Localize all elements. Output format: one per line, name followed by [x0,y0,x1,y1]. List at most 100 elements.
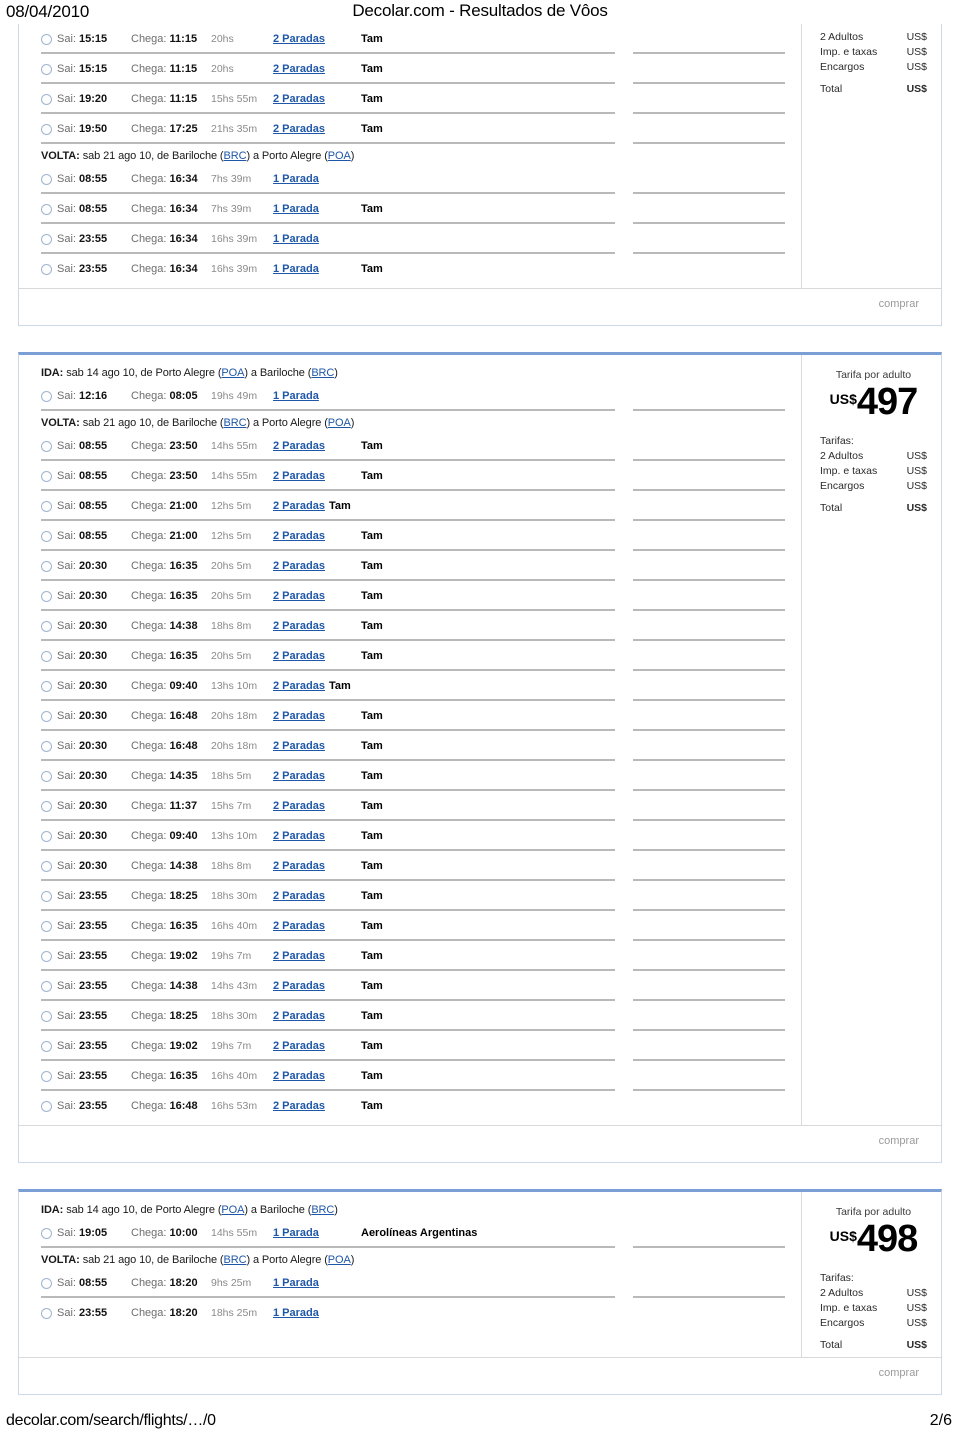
flight-option-row[interactable]: Sai: 15:15 Chega: 11:15 20hs 2 Paradas Tam [19,24,801,54]
stops-link[interactable]: 2 Paradas [273,860,325,872]
select-flight-radio[interactable] [41,1227,52,1239]
stops-cell[interactable]: 2 Paradas [273,590,361,602]
stops-link[interactable]: 2 Paradas [273,950,325,962]
select-flight-radio[interactable] [41,33,52,45]
select-flight-radio[interactable] [41,620,52,632]
airport-code-link[interactable]: BRC [311,367,334,379]
flight-option-row[interactable]: Sai: 19:05 Chega: 10:00 14hs 55m 1 Parada Ae… [19,1218,801,1248]
stops-link[interactable]: 1 Parada [273,1227,319,1239]
flight-option-row[interactable]: Sai: 15:15 Chega: 11:15 20hs 2 Paradas Tam [19,54,801,84]
airport-code-link[interactable]: BRC [224,1254,247,1266]
flight-option-row[interactable]: Sai: 08:55 Chega: 16:34 7hs 39m 1 Parada [19,164,801,194]
stops-cell[interactable]: 2 Paradas [273,620,361,632]
flight-option-row[interactable]: Sai: 23:55 Chega: 19:02 19hs 7m 2 Paradas Ta… [19,941,801,971]
flight-option-row[interactable]: Sai: 08:55 Chega: 18:20 9hs 25m 1 Parada [19,1268,801,1298]
flight-option-row[interactable]: Sai: 23:55 Chega: 16:34 16hs 39m 1 Parada Ta… [19,254,801,284]
stops-cell[interactable]: 2 Paradas [273,980,361,992]
select-flight-radio[interactable] [41,203,52,215]
stops-link[interactable]: 2 Paradas [273,680,325,692]
stops-cell[interactable]: 2 Paradas [273,770,361,782]
select-flight-radio[interactable] [41,93,52,105]
stops-cell[interactable]: 1 Parada [273,203,361,215]
flight-option-row[interactable]: Sai: 23:55 Chega: 16:34 16hs 39m 1 Parada [19,224,801,254]
airport-code-link[interactable]: POA [328,1254,351,1266]
select-flight-radio[interactable] [41,1010,52,1022]
stops-cell[interactable]: 1 Parada [273,390,361,402]
stops-link[interactable]: 2 Paradas [273,980,325,992]
select-flight-radio[interactable] [41,470,52,482]
stops-cell[interactable]: 1 Parada [273,173,361,185]
stops-cell[interactable]: 1 Parada [273,1307,361,1319]
stops-link[interactable]: 2 Paradas [273,830,325,842]
airport-code-link[interactable]: BRC [224,417,247,429]
stops-link[interactable]: 2 Paradas [273,890,325,902]
stops-link[interactable]: 2 Paradas [273,1070,325,1082]
flight-option-row[interactable]: Sai: 20:30 Chega: 16:48 20hs 18m 2 Paradas T… [19,701,801,731]
stops-link[interactable]: 1 Parada [273,203,319,215]
flight-option-row[interactable]: Sai: 20:30 Chega: 16:35 20hs 5m 2 Paradas Ta… [19,551,801,581]
stops-link[interactable]: 2 Paradas [273,500,325,512]
stops-link[interactable]: 2 Paradas [273,650,325,662]
stops-cell[interactable]: 2 Paradas [273,470,361,482]
stops-cell[interactable]: 2 Paradas [273,1070,361,1082]
buy-button[interactable]: comprar [879,1367,919,1379]
select-flight-radio[interactable] [41,680,52,692]
stops-link[interactable]: 2 Paradas [273,590,325,602]
flight-option-row[interactable]: Sai: 20:30 Chega: 09:40 13hs 10m 2 Paradas T… [19,671,801,701]
flight-option-row[interactable]: Sai: 23:55 Chega: 18:25 18hs 30m 2 Paradas T… [19,1001,801,1031]
select-flight-radio[interactable] [41,1307,52,1319]
stops-cell[interactable]: 2 Paradas [273,123,361,135]
flight-option-row[interactable]: Sai: 23:55 Chega: 16:48 16hs 53m 2 Paradas T… [19,1091,801,1121]
select-flight-radio[interactable] [41,233,52,245]
stops-link[interactable]: 1 Parada [273,233,319,245]
stops-cell[interactable]: 2 Paradas [273,1010,361,1022]
stops-cell[interactable]: 2 Paradas [273,1100,361,1112]
flight-result-card[interactable]: Sai: 15:15 Chega: 11:15 20hs 2 Paradas Tam Sa… [18,24,942,326]
select-flight-radio[interactable] [41,173,52,185]
stops-cell[interactable]: 2 Paradas [273,920,361,932]
stops-link[interactable]: 2 Paradas [273,1040,325,1052]
stops-link[interactable]: 2 Paradas [273,123,325,135]
stops-cell[interactable]: 2 Paradas [273,650,361,662]
airport-code-link[interactable]: POA [328,150,351,162]
stops-cell[interactable]: 2 Paradas [273,710,361,722]
select-flight-radio[interactable] [41,530,52,542]
buy-button[interactable]: comprar [879,1135,919,1147]
flight-result-card[interactable]: IDA: sab 14 ago 10, de Porto Alegre (POA… [18,1189,942,1395]
stops-link[interactable]: 2 Paradas [273,710,325,722]
stops-cell[interactable]: 1 Parada [273,233,361,245]
select-flight-radio[interactable] [41,263,52,275]
select-flight-radio[interactable] [41,390,52,402]
flight-option-row[interactable]: Sai: 12:16 Chega: 08:05 19hs 49m 1 Parada [19,381,801,411]
select-flight-radio[interactable] [41,920,52,932]
airport-code-link[interactable]: POA [221,1204,244,1216]
select-flight-radio[interactable] [41,650,52,662]
flight-option-row[interactable]: Sai: 19:50 Chega: 17:25 21hs 35m 2 Paradas T… [19,114,801,144]
select-flight-radio[interactable] [41,1100,52,1112]
stops-link[interactable]: 2 Paradas [273,1100,325,1112]
stops-link[interactable]: 1 Parada [273,1307,319,1319]
flight-option-row[interactable]: Sai: 19:20 Chega: 11:15 15hs 55m 2 Paradas T… [19,84,801,114]
select-flight-radio[interactable] [41,440,52,452]
stops-cell[interactable]: 2 Paradas [273,560,361,572]
select-flight-radio[interactable] [41,980,52,992]
flight-option-row[interactable]: Sai: 23:55 Chega: 14:38 14hs 43m 2 Paradas T… [19,971,801,1001]
stops-link[interactable]: 2 Paradas [273,93,325,105]
flight-option-row[interactable]: Sai: 20:30 Chega: 14:35 18hs 5m 2 Paradas Ta… [19,761,801,791]
stops-cell[interactable]: 2 Paradas [273,93,361,105]
stops-cell[interactable]: 2 Paradas [273,890,361,902]
airport-code-link[interactable]: POA [328,417,351,429]
select-flight-radio[interactable] [41,710,52,722]
flight-option-row[interactable]: Sai: 20:30 Chega: 14:38 18hs 8m 2 Paradas Ta… [19,611,801,641]
select-flight-radio[interactable] [41,860,52,872]
stops-cell[interactable]: 2 Paradas [273,440,361,452]
stops-link[interactable]: 2 Paradas [273,470,325,482]
stops-link[interactable]: 1 Parada [273,390,319,402]
stops-cell[interactable]: 1 Parada [273,1227,361,1239]
select-flight-radio[interactable] [41,123,52,135]
select-flight-radio[interactable] [41,1040,52,1052]
stops-link[interactable]: 1 Parada [273,173,319,185]
select-flight-radio[interactable] [41,560,52,572]
flight-option-row[interactable]: Sai: 20:30 Chega: 16:35 20hs 5m 2 Paradas Ta… [19,641,801,671]
stops-cell[interactable]: 2 Paradas [273,1040,361,1052]
